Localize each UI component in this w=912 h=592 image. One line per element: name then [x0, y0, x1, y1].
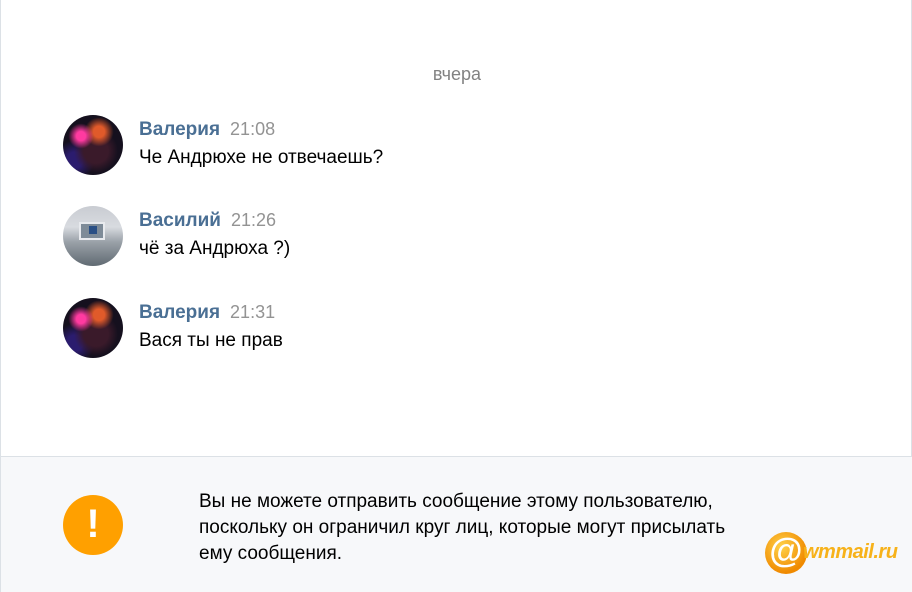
message-meta: Валерия 21:08: [139, 119, 275, 141]
at-sign-icon: @: [765, 532, 807, 574]
message-meta: Валерия 21:31: [139, 302, 275, 324]
avatar[interactable]: [63, 298, 123, 358]
message-author[interactable]: Валерия: [139, 302, 220, 323]
avatar[interactable]: [63, 115, 123, 175]
message-meta: Василий 21:26: [139, 210, 276, 232]
message-item: Валерия 21:31 Вася ты не прав: [63, 298, 843, 362]
message-time[interactable]: 21:31: [230, 302, 275, 322]
message-text: Вася ты не прав: [139, 330, 283, 351]
chat-window: вчера Валерия 21:08 Че Андрюхе не отвечае…: [0, 0, 912, 592]
message-item: Валерия 21:08 Че Андрюхе не отвечаешь?: [63, 115, 843, 179]
message-author[interactable]: Валерия: [139, 119, 220, 140]
notice-text: Вы не можете отправить сообщение этому п…: [199, 489, 839, 567]
watermark-brand: wmmail.ru: [803, 541, 898, 563]
message-time[interactable]: 21:08: [230, 119, 275, 139]
notice-line: поскольку он ограничил круг лиц, которые…: [199, 517, 726, 538]
message-history: вчера Валерия 21:08 Че Андрюхе не отвечае…: [1, 0, 912, 456]
message-time[interactable]: 21:26: [231, 210, 276, 230]
avatar[interactable]: [63, 206, 123, 266]
message-text: Че Андрюхе не отвечаешь?: [139, 147, 384, 168]
notice-line: ему сообщения.: [199, 543, 343, 564]
message-item: Василий 21:26 чё за Андрюха ?): [63, 206, 843, 270]
notice-line: Вы не можете отправить сообщение этому п…: [199, 491, 713, 512]
date-separator: вчера: [432, 64, 482, 84]
message-text: чё за Андрюха ?): [139, 238, 291, 259]
avatar-window-detail: [89, 226, 97, 234]
exclamation-icon: !: [63, 495, 123, 555]
message-author[interactable]: Василий: [139, 210, 221, 231]
watermark-logo: @ wmmail.ru: [765, 532, 911, 574]
